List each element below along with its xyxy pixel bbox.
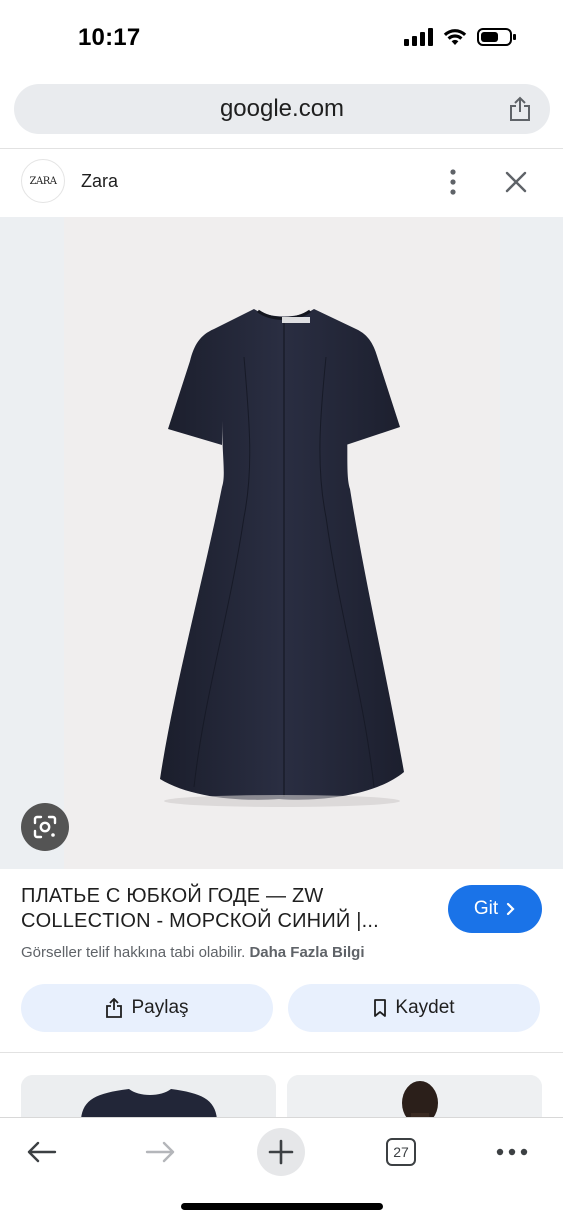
cellular-signal-icon	[404, 28, 433, 46]
share-icon[interactable]	[508, 96, 532, 122]
google-lens-button[interactable]	[21, 803, 69, 851]
dress-image	[160, 309, 404, 807]
vertical-dots-icon[interactable]	[448, 168, 458, 196]
save-button-label: Kaydet	[395, 997, 455, 1018]
arrow-right-icon	[145, 1141, 175, 1163]
status-bar: 10:17	[0, 0, 563, 78]
wifi-icon	[443, 29, 467, 45]
tab-switcher-button[interactable]: 27	[377, 1128, 425, 1176]
plus-icon	[268, 1139, 294, 1165]
home-indicator[interactable]	[181, 1203, 383, 1210]
close-icon[interactable]	[503, 169, 529, 195]
battery-icon	[477, 28, 516, 46]
arrow-left-icon	[27, 1141, 57, 1163]
related-image[interactable]	[287, 1075, 542, 1119]
image-viewer[interactable]	[0, 217, 563, 869]
copyright-notice: Görseller telif hakkına tabi olabilir. D…	[21, 944, 364, 961]
result-title[interactable]: ПЛАТЬЕ С ЮБКОЙ ГОДЕ — ZW COLLECTION - МО…	[21, 884, 421, 934]
site-logo[interactable]: ZARA	[21, 159, 65, 203]
product-photo[interactable]	[64, 217, 500, 869]
share-button-label: Paylaş	[131, 997, 189, 1018]
related-model-image	[287, 1075, 542, 1119]
url-text[interactable]: google.com	[14, 95, 550, 123]
share-icon	[106, 998, 123, 1018]
copyright-text: Görseller telif hakkına tabi olabilir.	[21, 944, 246, 961]
visit-button[interactable]: Git	[448, 885, 542, 933]
horizontal-dots-icon	[496, 1148, 528, 1156]
site-name[interactable]: Zara	[81, 171, 118, 192]
address-bar[interactable]: google.com	[14, 84, 550, 134]
share-button[interactable]: Paylaş	[21, 984, 273, 1032]
tab-count: 27	[386, 1138, 416, 1166]
divider	[0, 1052, 563, 1053]
related-image[interactable]	[21, 1075, 276, 1119]
save-button[interactable]: Kaydet	[288, 984, 540, 1032]
related-dress-image	[21, 1075, 276, 1119]
result-title-line[interactable]: COLLECTION - МОРСКОЙ СИНИЙ |...	[21, 909, 421, 934]
status-icons	[404, 27, 517, 47]
divider	[0, 148, 563, 149]
new-tab-button[interactable]	[257, 1128, 305, 1176]
site-header: ZARA Zara	[0, 150, 563, 216]
chevron-right-icon	[507, 902, 515, 916]
more-menu-button[interactable]	[488, 1128, 536, 1176]
google-lens-icon	[33, 815, 57, 839]
visit-button-label: Git	[473, 898, 499, 919]
more-info-link[interactable]: Daha Fazla Bilgi	[249, 944, 364, 961]
clock: 10:17	[78, 24, 141, 51]
back-button[interactable]	[17, 1128, 65, 1176]
bookmark-icon	[374, 999, 387, 1017]
forward-button[interactable]	[137, 1128, 185, 1176]
result-title-line[interactable]: ПЛАТЬЕ С ЮБКОЙ ГОДЕ — ZW	[21, 884, 421, 909]
